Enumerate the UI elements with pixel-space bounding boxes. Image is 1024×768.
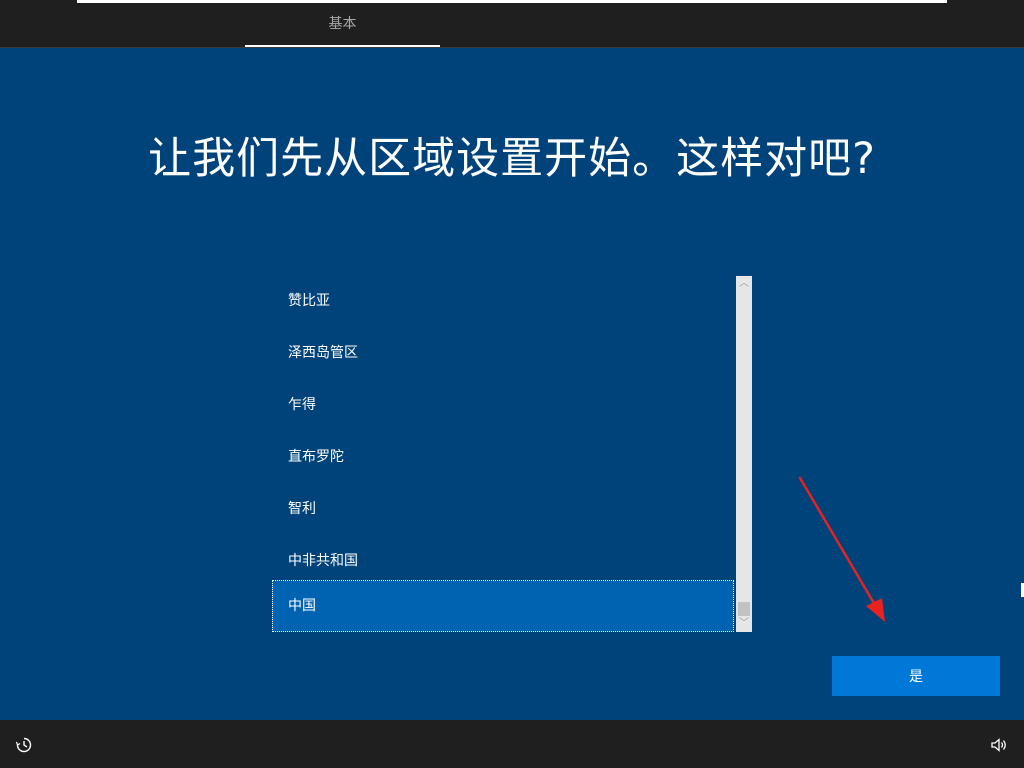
- list-item[interactable]: 泽西岛管区: [272, 328, 734, 378]
- annotation-arrow-icon: [798, 476, 885, 622]
- list-item[interactable]: 中非共和国: [272, 536, 734, 586]
- bottom-bar: [0, 720, 1024, 768]
- scroll-up-icon[interactable]: ︿: [736, 276, 752, 292]
- scroll-thumb[interactable]: [738, 602, 750, 616]
- top-bar: 基本: [0, 0, 1024, 47]
- region-listbox[interactable]: 赞比亚 泽西岛管区 乍得 直布罗陀 智利 中非共和国 中国 ︿ ﹀: [272, 276, 752, 632]
- progress-strip: [77, 0, 947, 3]
- tab-basics: 基本: [328, 16, 357, 32]
- volume-icon[interactable]: [990, 736, 1008, 754]
- list-item[interactable]: 赞比亚: [272, 276, 734, 326]
- scroll-down-icon[interactable]: ﹀: [736, 616, 752, 632]
- list-item-selected[interactable]: 中国: [272, 580, 734, 632]
- list-item[interactable]: 乍得: [272, 380, 734, 430]
- yes-button[interactable]: 是: [832, 656, 1000, 696]
- region-list: 赞比亚 泽西岛管区 乍得 直布罗陀 智利 中非共和国 中国: [272, 276, 736, 632]
- list-item[interactable]: 直布罗陀: [272, 432, 734, 482]
- vertical-scrollbar[interactable]: ︿ ﹀: [736, 276, 752, 632]
- page-title: 让我们先从区域设置开始。这样对吧?: [148, 134, 876, 184]
- list-item[interactable]: 智利: [272, 484, 734, 534]
- ease-of-access-icon[interactable]: [15, 736, 33, 754]
